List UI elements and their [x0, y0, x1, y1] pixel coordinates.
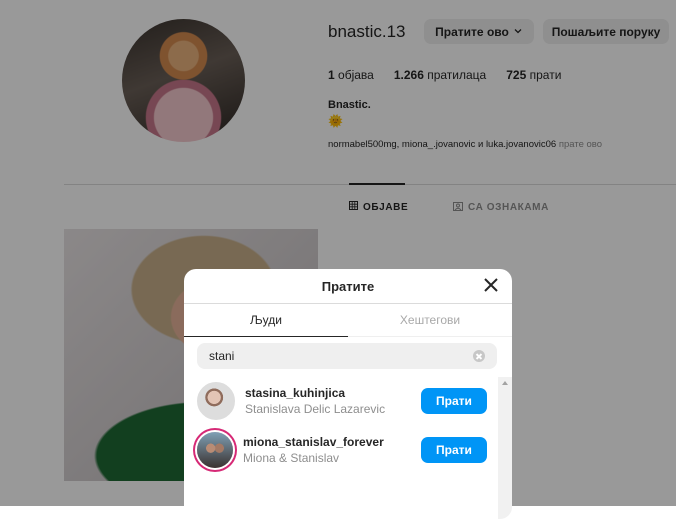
search-result-1[interactable]: stasina_kuhinjica Stanislava Delic Lazar… — [197, 381, 487, 421]
result-text: miona_stanislav_forever Miona & Stanisla… — [243, 435, 421, 465]
search-result-2[interactable]: miona_stanislav_forever Miona & Stanisla… — [197, 430, 487, 470]
result-full-name: Miona & Stanislav — [243, 451, 340, 465]
avatar[interactable] — [197, 382, 235, 420]
tab-hashtags[interactable]: Хештегови — [348, 304, 512, 337]
follow-search-dialog: Пратите Људи Хештегови stasina_kuhinjica… — [184, 269, 512, 519]
avatar[interactable] — [197, 432, 233, 468]
close-icon[interactable] — [482, 276, 500, 294]
results-scrollbar[interactable] — [498, 377, 512, 519]
dialog-tabs: Људи Хештегови — [184, 304, 512, 337]
search-field[interactable] — [197, 343, 497, 369]
follow-button[interactable]: Прати — [421, 437, 487, 463]
result-username[interactable]: miona_stanislav_forever — [243, 435, 421, 449]
dialog-header: Пратите — [184, 269, 512, 304]
tab-people[interactable]: Људи — [184, 304, 348, 337]
result-text: stasina_kuhinjica Stanislava Delic Lazar… — [245, 386, 421, 416]
dialog-title: Пратите — [321, 278, 375, 294]
clear-search-icon[interactable] — [473, 350, 485, 362]
result-full-name: Stanislava Delic Lazarevic — [245, 402, 386, 416]
follow-button[interactable]: Прати — [421, 388, 487, 414]
scroll-up-arrow-icon[interactable] — [502, 381, 508, 385]
result-username[interactable]: stasina_kuhinjica — [245, 386, 421, 400]
search-input[interactable] — [197, 348, 461, 364]
